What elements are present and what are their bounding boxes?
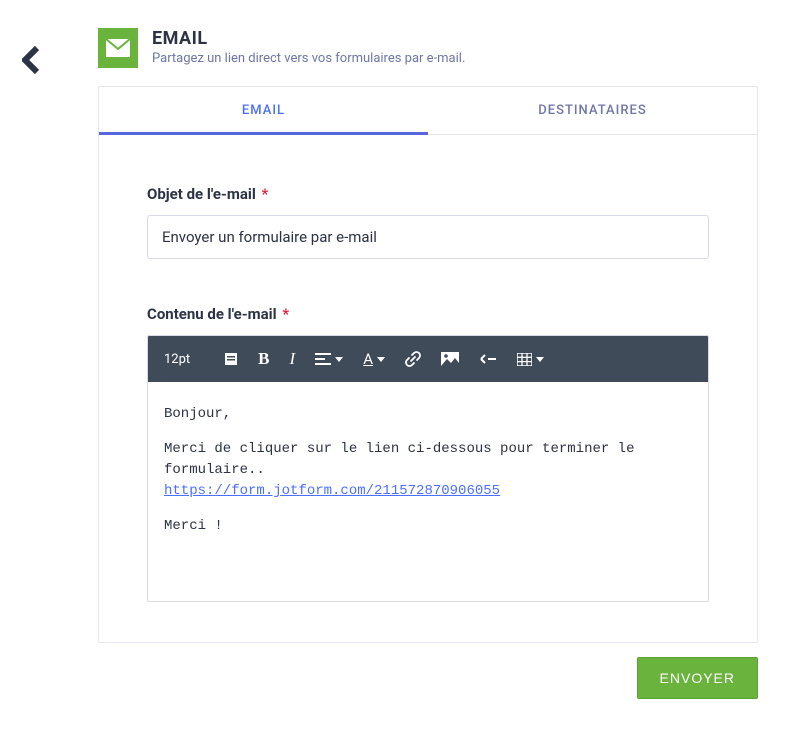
editor-content[interactable]: Bonjour, Merci de cliquer sur le lien ci… (148, 382, 708, 601)
toolbar-textcolor[interactable]: A (353, 336, 395, 382)
content-body-text: Merci de cliquer sur le lien ci-dessous … (164, 441, 634, 478)
content-body: Merci de cliquer sur le lien ci-dessous … (164, 439, 692, 502)
content-label: Contenu de l'e-mail * (147, 305, 709, 323)
chevron-down-icon (377, 357, 385, 362)
tab-recipients-label: DESTINATAIRES (538, 103, 647, 118)
content-label-text: Contenu de l'e-mail (147, 305, 277, 323)
tab-email-label: EMAIL (242, 103, 285, 118)
required-mark: * (262, 185, 269, 203)
rich-editor: 12pt B I (147, 335, 709, 602)
formats-icon (224, 352, 238, 366)
form-link[interactable]: https://form.jotform.com/211572870906055 (164, 483, 500, 499)
toolbar-italic[interactable]: I (280, 336, 306, 382)
page-subtitle: Partagez un lien direct vers vos formula… (152, 51, 465, 66)
textcolor-icon: A (363, 350, 373, 368)
chevron-down-icon (335, 357, 343, 362)
bold-icon: B (258, 349, 269, 369)
subject-label-text: Objet de l'e-mail (147, 185, 256, 203)
back-button[interactable] (22, 46, 40, 78)
send-button[interactable]: ENVOYER (637, 657, 758, 699)
send-button-label: ENVOYER (660, 670, 735, 686)
chevron-down-icon (536, 357, 544, 362)
link-icon (405, 351, 421, 367)
tab-bar: EMAIL DESTINATAIRES (99, 87, 757, 135)
code-icon (479, 353, 497, 365)
table-icon (517, 353, 532, 366)
page-header: EMAIL Partagez un lien direct vers vos f… (0, 0, 786, 68)
toolbar-code[interactable] (469, 336, 507, 382)
toolbar-formats[interactable] (214, 336, 248, 382)
content-greeting: Bonjour, (164, 404, 692, 425)
toolbar-fontsize-value: 12pt (164, 352, 190, 367)
email-panel: EMAIL DESTINATAIRES Objet de l'e-mail * … (98, 86, 758, 643)
content-closing: Merci ! (164, 516, 692, 537)
tab-recipients[interactable]: DESTINATAIRES (428, 87, 757, 134)
image-icon (441, 352, 459, 366)
subject-label: Objet de l'e-mail * (147, 185, 709, 203)
toolbar-bold[interactable]: B (248, 336, 279, 382)
toolbar-image[interactable] (431, 336, 469, 382)
required-mark: * (282, 305, 289, 323)
toolbar-align[interactable] (305, 336, 353, 382)
toolbar-fontsize[interactable]: 12pt (154, 336, 214, 382)
email-icon (98, 28, 138, 68)
subject-input[interactable] (147, 215, 709, 259)
editor-toolbar: 12pt B I (148, 336, 708, 382)
toolbar-table[interactable] (507, 336, 554, 382)
italic-icon: I (290, 349, 296, 369)
align-left-icon (315, 353, 331, 365)
page-title: EMAIL (152, 28, 465, 49)
toolbar-link[interactable] (395, 336, 431, 382)
tab-email[interactable]: EMAIL (99, 87, 428, 134)
chevron-left-icon (22, 46, 40, 74)
